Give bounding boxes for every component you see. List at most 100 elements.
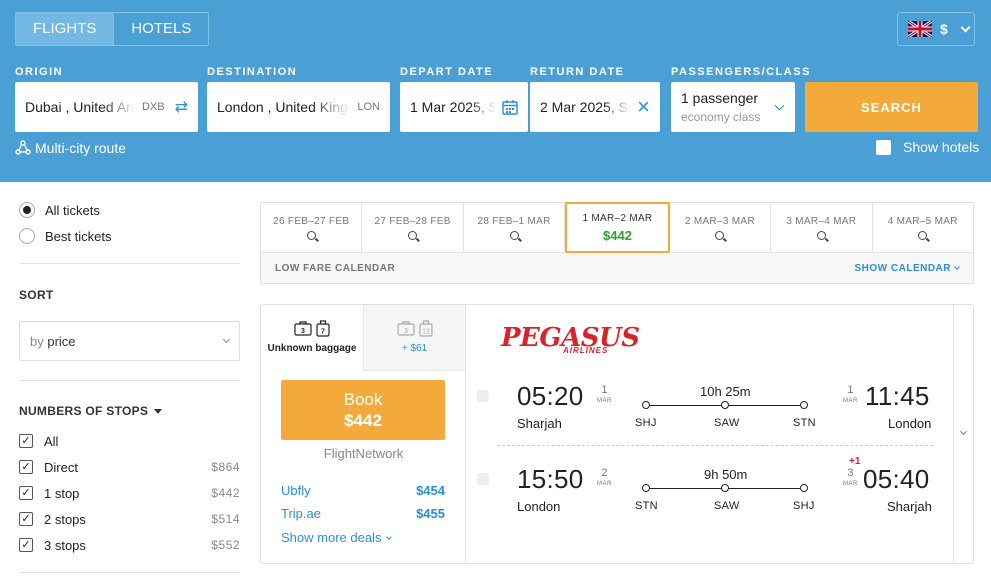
calendar-icon[interactable] [502,99,518,115]
baggage-weight: 7 [321,329,325,336]
destination-field[interactable]: London , United Kingdom LON [207,82,390,132]
airport-code: STN [793,417,816,429]
date-range: 26 FEB–27 FEB [273,215,350,227]
calendar-cell[interactable]: 3 MAR–4 MAR [771,203,873,252]
check-icon[interactable]: ✓ [19,512,33,526]
uk-flag-icon [908,21,932,37]
stop-price: $514 [211,512,240,526]
depart-date-input[interactable]: 1 Mar 2025, Sa [410,99,496,115]
locale-currency-selector[interactable]: $ [897,12,975,46]
deal-row[interactable]: Trip.ae $455 [281,506,445,521]
chevron-down-icon [774,100,785,111]
route-icon [15,140,31,155]
book-button[interactable]: Book $442 [281,380,445,440]
origin-field[interactable]: Dubai , United Arab Emirates DXB ⇄ [15,82,198,132]
tab-hotels[interactable]: HOTELS [113,13,208,45]
show-hotels-label: Show hotels [903,139,980,155]
swap-icon[interactable]: ⇄ [175,97,188,117]
calendar-cell[interactable]: 2 MAR–3 MAR [670,203,772,252]
baggage-option-selected[interactable]: 3 7 Unknown baggage [261,305,363,371]
deal-price[interactable]: $455 [416,506,445,521]
radio-button[interactable] [19,202,35,218]
expand-ticket[interactable] [953,305,973,563]
clear-return-icon[interactable]: × [637,96,650,118]
passengers-field[interactable]: 1 passenger economy class [671,82,795,132]
stop-price: $552 [211,538,240,552]
month: MAR [597,398,612,404]
ticket-card: 3 7 Unknown baggage 3 12 + $61 Book $442… [260,304,974,564]
show-more-deals-link[interactable]: Show more deals [281,530,393,545]
search-icon [918,230,928,240]
return-date-input[interactable]: 2 Mar 2025, Su [540,99,631,115]
check-icon[interactable]: ✓ [19,434,33,448]
stop-filter-2-stops[interactable]: ✓ 2 stops $514 [19,506,240,532]
calendar-cell[interactable]: 27 FEB–28 FEB [362,203,464,252]
stop-filter-3-stops[interactable]: ✓ 3 stops $552 [19,532,240,558]
radio-button[interactable] [19,228,35,244]
cabin-class: economy class [681,110,761,124]
depart-date-field[interactable]: 1 Mar 2025, Sa [400,82,528,132]
sort-select[interactable]: by price [19,321,240,361]
departure-city: Sharjah [517,416,562,431]
stop-dot [800,401,808,409]
stop-dot [800,484,808,492]
show-calendar-link[interactable]: SHOW CALENDAR [855,263,960,274]
destination-input[interactable]: London , United Kingdom [217,99,351,115]
radio-all-tickets[interactable]: All tickets [19,197,240,223]
search-icon [715,230,725,240]
passenger-count: 1 passenger [681,90,759,106]
calendar-cell[interactable]: 4 MAR–5 MAR [873,203,973,252]
chevron-down-icon [954,264,960,270]
segment-checkbox[interactable] [477,390,489,402]
caret-down-icon [154,409,163,415]
origin-label: ORIGIN [15,66,64,78]
check-icon[interactable]: ✓ [19,460,33,474]
more-deals-label: Show more deals [281,530,382,545]
chevron-down-icon [959,427,968,436]
show-hotels-checkbox[interactable] [876,139,891,155]
calendar-cell[interactable]: 26 FEB–27 FEB [261,203,363,252]
calendar-cell-selected[interactable]: 1 MAR–2 MAR $442 [565,202,670,253]
stop-filter-1-stop[interactable]: ✓ 1 stop $442 [19,480,240,506]
deal-agency[interactable]: Trip.ae [281,506,321,521]
check-icon[interactable]: ✓ [19,538,33,552]
depart-date-label: DEPART DATE [400,66,494,78]
radio-best-tickets[interactable]: Best tickets [19,223,240,249]
sort-title: SORT [19,288,54,302]
next-day-badge: +1 [849,456,861,467]
low-fare-calendar-label: LOW FARE CALENDAR [275,262,396,274]
date-range: 1 MAR–2 MAR [582,212,653,224]
baggage-icon: 3 [396,320,415,336]
sort-prefix: by [30,333,44,349]
stop-filter-all[interactable]: ✓ All [19,428,240,454]
suitcase-icon: 7 [316,320,330,337]
multi-city-link[interactable]: Multi-city route [15,140,126,156]
calendar-cell[interactable]: 28 FEB–1 MAR [464,203,566,252]
segment-divider [497,445,933,446]
airport-code: SHJ [635,417,657,429]
segment-checkbox[interactable] [477,473,489,485]
stop-label: All [44,433,59,449]
month: MAR [843,398,858,404]
deal-agency[interactable]: Ubfly [281,483,311,498]
show-calendar-label: SHOW CALENDAR [854,262,951,274]
baggage-option-alt[interactable]: 3 12 + $61 [363,305,465,371]
return-date-label: RETURN DATE [530,66,625,78]
stop-filter-direct[interactable]: ✓ Direct $864 [19,454,240,480]
day: 1 [601,384,608,396]
departure-date: 2 MAR [597,468,612,490]
calendar-price: $442 [603,227,632,243]
check-icon[interactable]: ✓ [19,486,33,500]
deal-price[interactable]: $454 [416,483,445,498]
origin-input[interactable]: Dubai , United Arab Emirates [25,99,136,115]
show-hotels-toggle[interactable]: Show hotels [876,139,979,155]
stops-title[interactable]: NUMBERS OF STOPS [19,404,240,418]
deal-row[interactable]: Ubfly $454 [281,483,445,498]
departure-time: 15:50 [517,464,584,494]
search-button[interactable]: SEARCH [805,82,978,132]
divider [19,572,240,573]
tab-flights[interactable]: FLIGHTS [16,13,114,45]
return-date-field[interactable]: 2 Mar 2025, Su × [530,82,660,132]
search-icon [509,230,519,240]
stops-list: ✓ All ✓ Direct $864 ✓ 1 stop $442 ✓ 2 st… [19,428,240,558]
